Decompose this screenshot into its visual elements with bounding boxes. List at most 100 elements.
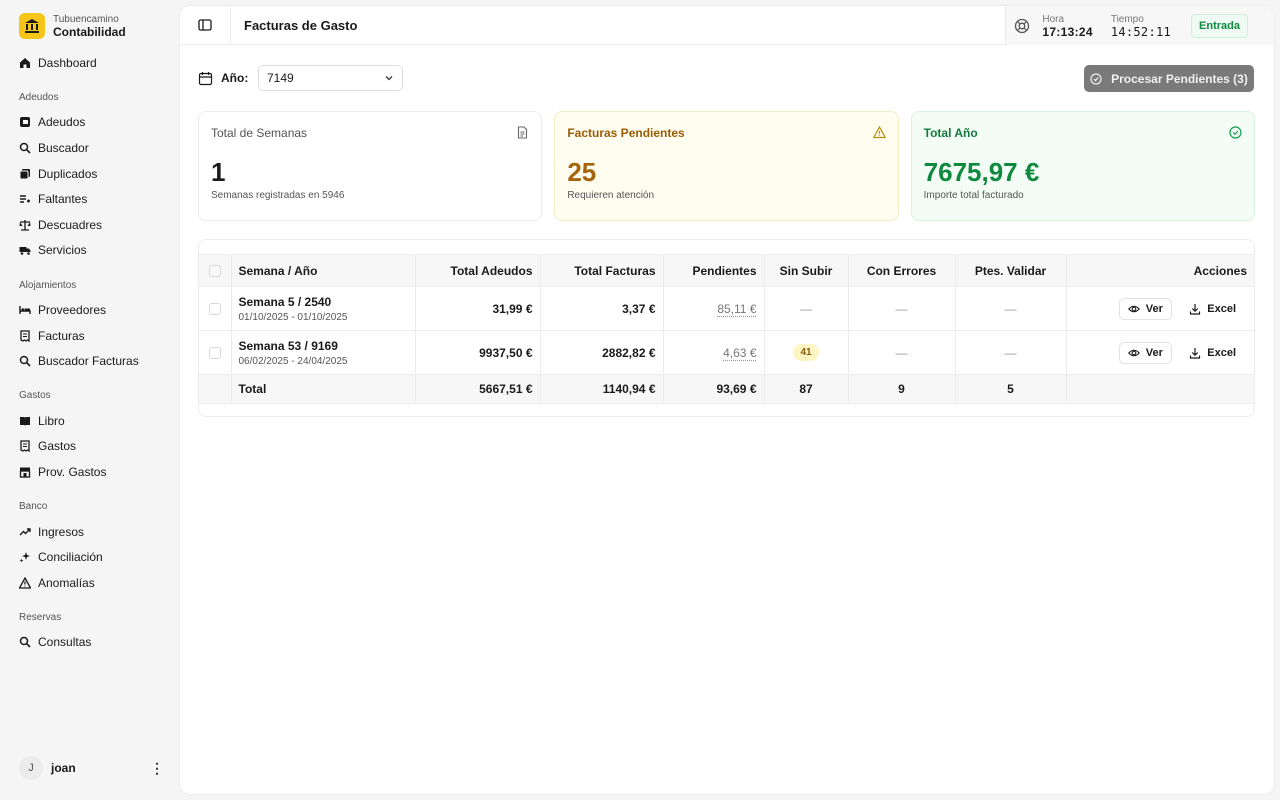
sidebar-item-label: Duplicados — [38, 166, 98, 181]
nav-group-title: Banco — [19, 501, 48, 513]
sidebar-item-ingresos[interactable]: Ingresos — [0, 519, 180, 545]
excel-button-label: Excel — [1207, 346, 1236, 359]
user-menu[interactable]: J joan ⋮ — [19, 756, 164, 780]
col-con-errores[interactable]: Con Errores — [848, 254, 956, 287]
sidebar-item-consultas[interactable]: Consultas — [0, 630, 180, 656]
sidebar-item-label: Proveedores — [38, 302, 107, 317]
nav-group-title: Adeudos — [19, 92, 59, 104]
sidebar-item-descuadres[interactable]: Descuadres — [0, 212, 180, 238]
row-checkbox[interactable] — [208, 347, 221, 360]
list-missing-icon — [20, 195, 30, 203]
truck-icon — [19, 247, 31, 256]
pendientes-value[interactable]: 4,63 € — [723, 346, 756, 360]
sidebar-item-servicios[interactable]: Servicios — [0, 238, 180, 264]
card-value: 1 — [211, 157, 226, 187]
nav-group-title: Alojamientos — [19, 279, 77, 291]
time-tracker: Hora 17:13:24 Tiempo 14:52:11 Entrada — [1005, 6, 1274, 45]
semana-dates: 06/02/2025 - 24/04/2025 — [238, 355, 348, 367]
ptes-validar-cell: — — [955, 330, 1067, 375]
sidebar-item-label: Ingresos — [38, 524, 85, 539]
process-pending-button[interactable]: Procesar Pendientes (3) — [1084, 65, 1254, 92]
lifebuoy-icon[interactable] — [1014, 18, 1030, 34]
nav-group-title: Reservas — [19, 612, 62, 623]
excel-button[interactable]: Excel — [1189, 342, 1236, 364]
sidebar-item-buscador[interactable]: Buscador — [0, 135, 180, 161]
book-icon — [20, 416, 30, 426]
table-total-row: Total 5667,51 € 1140,94 € 93,69 € 87 9 5 — [199, 374, 1254, 404]
col-semana[interactable]: Semana / Año — [231, 254, 416, 287]
card-title: Total Año — [923, 126, 978, 140]
download-icon — [1190, 347, 1201, 359]
more-vertical-icon[interactable]: ⋮ — [150, 760, 164, 777]
sidebar-item-label: Conciliación — [38, 550, 103, 565]
view-button[interactable]: Ver — [1118, 341, 1172, 364]
total-actions-empty — [1066, 374, 1254, 404]
sidebar-item-proveedores[interactable]: Proveedores — [0, 297, 180, 323]
semana-dates: 01/10/2025 - 01/10/2025 — [238, 311, 348, 323]
sidebar-item-prov-gastos[interactable]: Prov. Gastos — [0, 459, 180, 485]
table-row[interactable]: Semana 53 / 9169 06/02/2025 - 24/04/2025… — [199, 330, 1254, 375]
sidebar-item-label: Prov. Gastos — [38, 464, 107, 479]
sidebar-item-label: Dashboard — [38, 55, 97, 70]
bank-icon — [19, 13, 45, 39]
sidebar-toggle-button[interactable] — [180, 6, 231, 45]
semana-cell: Semana 5 / 2540 01/10/2025 - 01/10/2025 — [231, 286, 416, 331]
sidebar-item-conciliacion[interactable]: Conciliación — [0, 544, 180, 570]
col-ptes-validar[interactable]: Ptes. Validar — [955, 254, 1067, 287]
sidebar-item-label: Buscador Facturas — [38, 354, 139, 369]
total-facturas-cell: 2882,82 € — [540, 330, 664, 375]
pendientes-value[interactable]: 85,11 € — [717, 302, 756, 316]
col-sin-subir[interactable]: Sin Subir — [764, 254, 849, 287]
total-facturas-value: 3,37 € — [622, 301, 656, 316]
warning-icon — [872, 126, 886, 139]
sin-subir-badge[interactable]: 41 — [793, 344, 819, 361]
sidebar-item-faltantes[interactable]: Faltantes — [0, 186, 180, 212]
col-total-facturas[interactable]: Total Facturas — [540, 254, 664, 287]
con-errores-value: — — [895, 301, 908, 316]
card-desc: Requieren atención — [567, 190, 655, 201]
sidebar-item-dashboard[interactable]: Dashboard — [0, 50, 180, 76]
sidebar-item-anomalias[interactable]: Anomalías — [0, 570, 180, 596]
row-checkbox-cell — [199, 330, 232, 375]
excel-button[interactable]: Excel — [1189, 298, 1236, 320]
sidebar-item-gastos[interactable]: Gastos — [0, 434, 180, 460]
receipt-icon — [20, 329, 30, 342]
semana-name: Semana 53 / 9169 — [238, 338, 338, 353]
year-select[interactable]: 7149 — [258, 65, 403, 91]
status-badge[interactable]: Entrada — [1191, 13, 1248, 38]
sidebar-item-facturas[interactable]: Facturas — [0, 323, 180, 349]
trend-up-icon — [19, 527, 31, 536]
row-checkbox[interactable] — [208, 303, 221, 316]
eye-icon — [1127, 305, 1140, 312]
brand[interactable]: Tubuencamino Contabilidad — [0, 12, 180, 40]
table-header-row: Semana / Año Total Adeudos Total Factura… — [199, 254, 1254, 287]
sidebar-item-label: Consultas — [38, 635, 92, 650]
sidebar-item-duplicados[interactable]: Duplicados — [0, 161, 180, 187]
ptes-validar-value: — — [1004, 301, 1017, 316]
bed-icon — [19, 305, 31, 314]
col-pendientes[interactable]: Pendientes — [663, 254, 765, 287]
table-row[interactable]: Semana 5 / 2540 01/10/2025 - 01/10/2025 … — [199, 286, 1254, 331]
sidebar-item-buscador-facturas[interactable]: Buscador Facturas — [0, 348, 180, 374]
sin-subir-cell: 41 — [764, 330, 849, 375]
row-checkbox-cell — [199, 286, 232, 331]
hora-group: Hora 17:13:24 — [1042, 13, 1092, 39]
sidebar-item-adeudos[interactable]: Adeudos — [0, 110, 180, 136]
con-errores-cell: — — [848, 330, 956, 375]
total-sin-subir-sum: 87 — [764, 374, 849, 404]
sidebar-item-label: Gastos — [38, 439, 77, 454]
sidebar-item-label: Buscador — [38, 140, 89, 155]
total-validar-sum: 5 — [955, 374, 1067, 404]
sidebar: Tubuencamino Contabilidad Dashboard Adeu… — [0, 0, 180, 800]
panel-left-icon — [198, 19, 212, 31]
pendientes-cell: 4,63 € — [663, 330, 765, 375]
card-title: Total de Semanas — [211, 126, 308, 140]
avatar: J — [19, 756, 43, 780]
col-total-adeudos[interactable]: Total Adeudos — [415, 254, 541, 287]
select-all-checkbox[interactable] — [208, 265, 221, 278]
sidebar-item-libro[interactable]: Libro — [0, 408, 180, 434]
view-button[interactable]: Ver — [1118, 297, 1172, 320]
year-label: Año: — [198, 65, 248, 91]
sparkle-icon — [19, 552, 30, 563]
check-circle-icon — [1229, 126, 1242, 139]
